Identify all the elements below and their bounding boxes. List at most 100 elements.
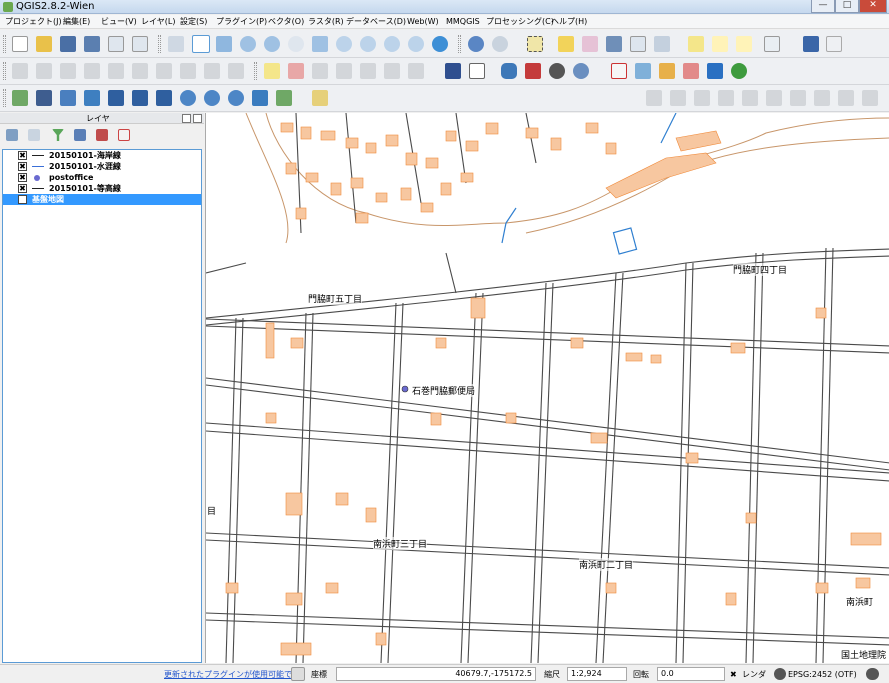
menu-raster[interactable]: ラスタ(R) (308, 16, 344, 28)
help-contents-icon[interactable] (803, 36, 819, 52)
open-project-icon[interactable] (36, 36, 52, 52)
close-button[interactable]: ✕ (859, 0, 887, 13)
toolbar-grip[interactable] (3, 89, 6, 107)
change-label-icon[interactable] (408, 63, 424, 79)
remove-layer-icon[interactable] (118, 129, 130, 141)
current-edits-icon[interactable] (12, 63, 28, 79)
layer-item-contour[interactable]: ✖ 20150101-等高線 (3, 183, 201, 194)
advanced-digitizing-icon-4[interactable] (718, 90, 734, 106)
pin-labels-icon[interactable] (288, 63, 304, 79)
layer-item-basemap[interactable]: ✖ 基盤地図 (3, 194, 201, 205)
run-feature-action-icon[interactable] (492, 36, 508, 52)
scale-combobox[interactable]: 1:2,924 (567, 667, 627, 681)
save-project-icon[interactable] (60, 36, 76, 52)
metasearch-icon[interactable] (445, 63, 461, 79)
advanced-digitizing-icon-7[interactable] (790, 90, 806, 106)
zoom-last-icon[interactable] (384, 36, 400, 52)
whats-this-icon[interactable] (826, 36, 842, 52)
advanced-digitizing-icon-5[interactable] (742, 90, 758, 106)
identify-features-icon[interactable] (468, 36, 484, 52)
add-feature-icon[interactable] (84, 63, 100, 79)
plugin-icon-d[interactable] (731, 63, 747, 79)
pan-map-icon[interactable] (192, 35, 210, 53)
paste-features-icon[interactable] (228, 63, 244, 79)
toolbar-grip[interactable] (254, 62, 257, 80)
map-canvas[interactable]: 門脇町五丁目 門脇町四丁目 石巻門脇郵便局 南浜町三丁目 南浜町二丁目 南浜町 … (205, 113, 889, 663)
advanced-digitizing-icon-8[interactable] (814, 90, 830, 106)
add-wcs-layer-icon[interactable] (204, 90, 220, 106)
maximize-button[interactable]: □ (835, 0, 859, 13)
layer-item-waterline[interactable]: ✖ 20150101-水涯線 (3, 161, 201, 172)
add-wfs-layer-icon[interactable] (228, 90, 244, 106)
text-annotation-icon[interactable] (764, 36, 780, 52)
crs-status[interactable]: EPSG:2452 (OTF) (788, 669, 857, 680)
delete-selected-icon[interactable] (156, 63, 172, 79)
field-calculator-icon[interactable] (630, 36, 646, 52)
zoom-to-selection-icon[interactable] (336, 36, 352, 52)
expand-all-icon[interactable] (6, 129, 18, 141)
add-vector-layer-icon[interactable] (12, 90, 28, 106)
add-oracle-layer-icon[interactable] (132, 90, 148, 106)
filter-legend-icon[interactable] (52, 129, 64, 141)
toolbar-grip[interactable] (3, 35, 6, 53)
map-tips-icon[interactable] (688, 36, 704, 52)
menu-vector[interactable]: ベクタ(O) (268, 16, 304, 28)
cut-features-icon[interactable] (180, 63, 196, 79)
pan-to-selection-icon[interactable] (216, 36, 232, 52)
gps-tools-icon[interactable] (635, 63, 651, 79)
rotate-label-icon[interactable] (384, 63, 400, 79)
refresh-icon[interactable] (432, 36, 448, 52)
georeferencer-icon[interactable] (525, 63, 541, 79)
toggle-editing-icon[interactable] (36, 63, 52, 79)
add-delimited-text-icon[interactable] (252, 90, 268, 106)
layer-visibility-checkbox[interactable]: ✖ (18, 151, 27, 160)
add-group-icon[interactable] (74, 129, 86, 141)
add-postgis-layer-icon[interactable] (60, 90, 76, 106)
new-temporary-layer-icon[interactable] (312, 90, 328, 106)
plugin-icon-a[interactable] (659, 63, 675, 79)
menu-web[interactable]: Web(W) (407, 16, 439, 28)
save-edits-icon[interactable] (60, 63, 76, 79)
touch-zoom-icon[interactable] (168, 36, 184, 52)
plugin-icon-c[interactable] (707, 63, 723, 79)
move-label-icon[interactable] (360, 63, 376, 79)
layer-visibility-checkbox[interactable]: ✖ (18, 195, 27, 204)
advanced-digitizing-icon-1[interactable] (646, 90, 662, 106)
copy-features-icon[interactable] (204, 63, 220, 79)
new-bookmark-icon[interactable] (712, 36, 728, 52)
zoom-actual-size-icon[interactable] (288, 36, 304, 52)
plugin-icon-b[interactable] (683, 63, 699, 79)
new-print-composer-icon[interactable] (108, 36, 124, 52)
menu-settings[interactable]: 設定(S) (180, 16, 207, 28)
toggle-extents-icon[interactable] (291, 667, 305, 681)
python-console-icon[interactable] (501, 63, 517, 79)
advanced-digitizing-icon-2[interactable] (670, 90, 686, 106)
open-attribute-table-icon[interactable] (606, 36, 622, 52)
advanced-digitizing-icon-9[interactable] (838, 90, 854, 106)
layer-visibility-checkbox[interactable]: ✖ (18, 184, 27, 193)
render-checkbox[interactable]: ✖ (730, 669, 737, 680)
processing-history-icon[interactable] (573, 63, 589, 79)
deselect-features-icon[interactable] (558, 36, 574, 52)
float-panel-icon[interactable] (182, 114, 191, 123)
messages-icon[interactable] (866, 668, 879, 680)
collapse-all-icon[interactable] (96, 129, 108, 141)
processing-toolbox-icon[interactable] (549, 63, 565, 79)
add-spatialite-layer-icon[interactable] (84, 90, 100, 106)
add-raster-layer-icon[interactable] (36, 90, 52, 106)
coordinate-field[interactable]: 40679.7,-175172.5 (336, 667, 536, 681)
zoom-in-icon[interactable] (240, 36, 256, 52)
crs-globe-icon[interactable] (774, 668, 786, 680)
toolbar-grip[interactable] (3, 62, 6, 80)
visibility-icon[interactable] (28, 129, 40, 141)
new-shapefile-icon[interactable] (276, 90, 292, 106)
menu-project[interactable]: プロジェクト(J) (5, 16, 62, 28)
toolbar-grip[interactable] (458, 35, 461, 53)
plugin-update-link[interactable]: 更新されたプラグインが使用可能です (164, 669, 300, 680)
rotation-spinbox[interactable]: 0.0 (657, 667, 725, 681)
layer-item-coastline[interactable]: ✖ 20150101-海岸線 (3, 150, 201, 161)
menu-database[interactable]: データベース(D) (346, 16, 406, 28)
layer-visibility-checkbox[interactable]: ✖ (18, 162, 27, 171)
minimize-button[interactable]: — (811, 0, 835, 13)
zoom-full-icon[interactable] (312, 36, 328, 52)
